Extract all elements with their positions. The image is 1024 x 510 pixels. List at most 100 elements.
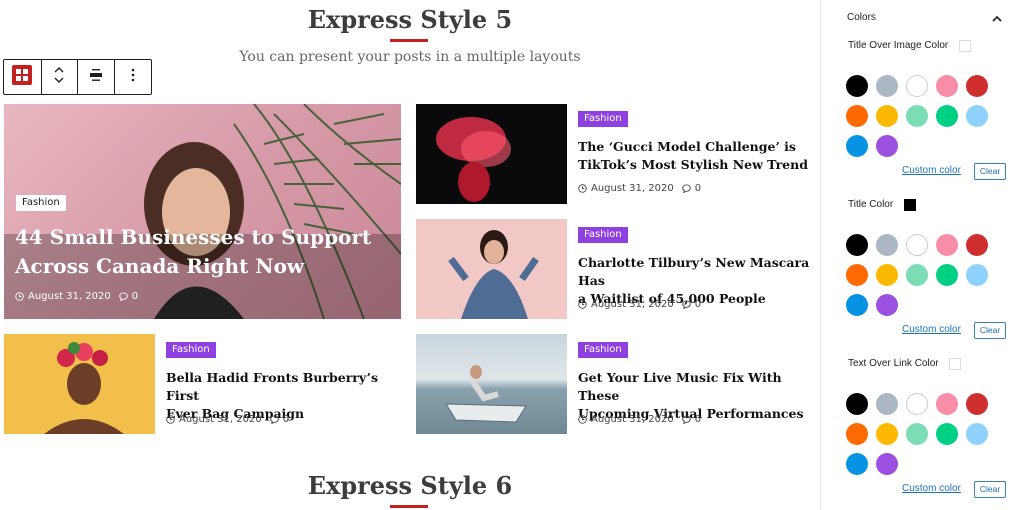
color-swatch[interactable]: [966, 234, 988, 256]
block-layout-icon: [12, 64, 33, 90]
color-swatch[interactable]: [846, 264, 868, 286]
move-arrows-icon: [53, 65, 65, 90]
color-swatch[interactable]: [966, 75, 988, 97]
color-swatch[interactable]: [936, 75, 958, 97]
colors-panel-title[interactable]: Colors: [847, 12, 876, 23]
more-options-button[interactable]: [115, 60, 152, 94]
post-comments-3: 0: [282, 414, 290, 425]
comment-icon: [681, 184, 691, 193]
post-comments-1: 0: [694, 183, 702, 194]
color-swatch[interactable]: [846, 393, 868, 415]
selected-color-indicator: [949, 358, 961, 370]
color-swatch[interactable]: [876, 453, 898, 475]
color-swatch[interactable]: [846, 423, 868, 445]
color-swatch[interactable]: [906, 264, 928, 286]
section-title-style5: Express Style 5: [307, 5, 513, 34]
post-title-3-line1[interactable]: Bella Hadid Fronts Burberry’s First: [166, 369, 406, 405]
clock-icon: [15, 292, 24, 301]
clear-color-button[interactable]: Clear: [974, 481, 1006, 498]
align-icon: [89, 68, 103, 87]
post-date-3: August 31, 2020: [179, 414, 262, 425]
post-date-1: August 31, 2020: [591, 183, 674, 194]
clear-color-button[interactable]: Clear: [974, 163, 1006, 180]
post-meta-4: August 31, 2020 0: [578, 414, 701, 425]
block-type-button[interactable]: [4, 60, 42, 94]
more-options-icon: [131, 68, 135, 87]
block-toolbar: [3, 59, 152, 95]
color-swatch[interactable]: [906, 75, 928, 97]
featured-title-line1[interactable]: 44 Small Businesses to Support: [15, 223, 395, 252]
color-swatch[interactable]: [876, 135, 898, 157]
featured-comments: 0: [131, 291, 139, 302]
post-category-badge-4[interactable]: Fashion: [578, 342, 628, 358]
color-swatch[interactable]: [936, 423, 958, 445]
color-swatch[interactable]: [876, 234, 898, 256]
clock-icon: [578, 300, 587, 309]
comment-icon: [681, 415, 691, 424]
custom-color-link[interactable]: Custom color: [902, 324, 961, 335]
align-button[interactable]: [78, 60, 115, 94]
color-swatch[interactable]: [906, 234, 928, 256]
title-underline: [390, 505, 428, 508]
post-image-2[interactable]: [416, 219, 567, 319]
comment-icon: [681, 300, 691, 309]
color-swatch[interactable]: [846, 105, 868, 127]
post-meta-3: August 31, 2020 0: [166, 414, 289, 425]
selected-color-indicator: [904, 199, 916, 211]
color-swatch[interactable]: [906, 393, 928, 415]
post-title-1[interactable]: The ‘Gucci Model Challenge’ is TikTok’s …: [578, 138, 813, 174]
post-category-badge-2[interactable]: Fashion: [578, 227, 628, 243]
featured-post-image[interactable]: Fashion 44 Small Businesses to Support A…: [4, 104, 401, 319]
color-swatch[interactable]: [876, 393, 898, 415]
color-swatch[interactable]: [876, 294, 898, 316]
featured-meta: August 31, 2020 0: [15, 291, 138, 302]
clock-icon: [166, 415, 175, 424]
post-image-1[interactable]: [416, 104, 567, 204]
move-button[interactable]: [42, 60, 78, 94]
post-meta-1: August 31, 2020 0: [578, 183, 701, 194]
color-swatch[interactable]: [846, 453, 868, 475]
selected-color-indicator: [959, 40, 971, 52]
color-swatch[interactable]: [936, 264, 958, 286]
color-swatch[interactable]: [846, 294, 868, 316]
title-underline: [390, 39, 428, 42]
color-swatch[interactable]: [966, 264, 988, 286]
post-date-2: August 31, 2020: [591, 299, 674, 310]
post-title-2-line1[interactable]: Charlotte Tilbury’s New Mascara Has: [578, 254, 818, 290]
color-swatch[interactable]: [876, 75, 898, 97]
color-swatch[interactable]: [936, 234, 958, 256]
post-image-3[interactable]: [4, 334, 155, 434]
custom-color-link[interactable]: Custom color: [902, 165, 961, 176]
section-title-style6: Express Style 6: [307, 471, 513, 500]
clear-color-button[interactable]: Clear: [974, 322, 1006, 339]
post-image-4[interactable]: [416, 334, 567, 434]
custom-color-link[interactable]: Custom color: [902, 483, 961, 494]
featured-title-line2[interactable]: Across Canada Right Now: [15, 252, 395, 281]
color-swatch[interactable]: [876, 264, 898, 286]
featured-category-badge[interactable]: Fashion: [16, 195, 66, 211]
post-category-badge-1[interactable]: Fashion: [578, 111, 628, 127]
post-title-1-line2[interactable]: TikTok’s Most Stylish New Trend: [578, 156, 813, 174]
post-category-badge-3[interactable]: Fashion: [166, 342, 216, 358]
color-swatch[interactable]: [876, 423, 898, 445]
color-swatch[interactable]: [966, 423, 988, 445]
color-swatch[interactable]: [966, 105, 988, 127]
comment-icon: [269, 415, 279, 424]
post-title-1-line1[interactable]: The ‘Gucci Model Challenge’ is: [578, 138, 813, 156]
color-swatch[interactable]: [876, 105, 898, 127]
post-date-4: August 31, 2020: [591, 414, 674, 425]
color-swatch[interactable]: [906, 105, 928, 127]
color-swatch[interactable]: [936, 105, 958, 127]
chevron-up-icon[interactable]: [991, 11, 1003, 29]
clock-icon: [578, 184, 587, 193]
color-swatch[interactable]: [966, 393, 988, 415]
color-swatch[interactable]: [846, 75, 868, 97]
clock-icon: [578, 415, 587, 424]
color-swatch[interactable]: [906, 423, 928, 445]
color-option-label: Title Over Image Color: [848, 40, 949, 51]
post-comments-4: 0: [694, 414, 702, 425]
color-swatch[interactable]: [846, 135, 868, 157]
color-swatch[interactable]: [936, 393, 958, 415]
post-title-4-line1[interactable]: Get Your Live Music Fix With These: [578, 369, 818, 405]
color-swatch[interactable]: [846, 234, 868, 256]
